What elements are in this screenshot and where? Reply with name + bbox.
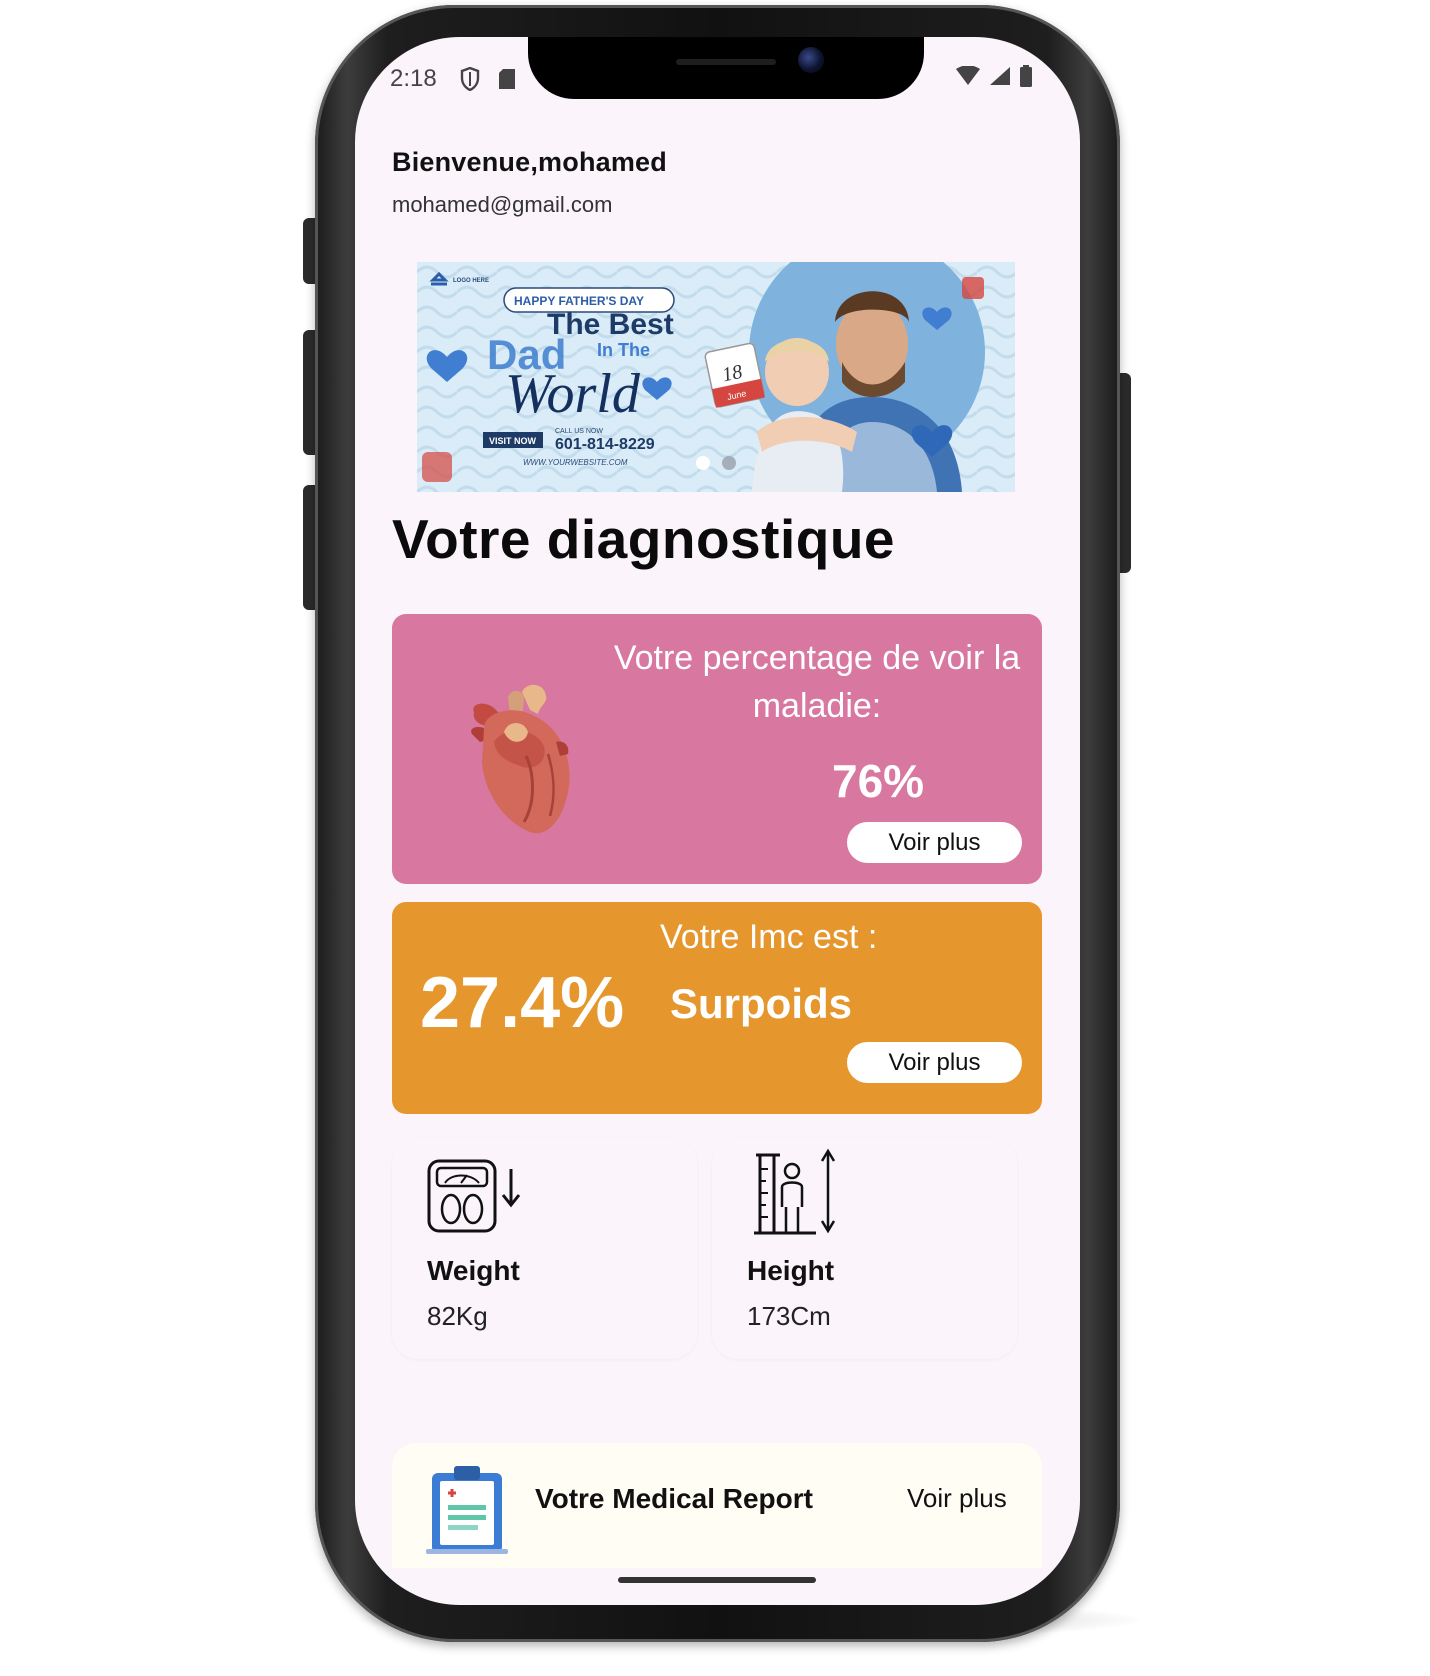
- imc-title: Votre Imc est :: [660, 918, 878, 956]
- banner-illustration: 18 June LOGO HERE HAPPY FATHER'S DAY Dad…: [417, 262, 1015, 492]
- height-value: 173Cm: [747, 1301, 831, 1331]
- sd-card-icon: [499, 69, 515, 89]
- banner-call-label: CALL US NOW: [555, 428, 603, 435]
- wifi-icon: [956, 66, 980, 85]
- weight-value: 82Kg: [427, 1301, 488, 1331]
- banner-website: WWW.YOURWEBSITE.COM: [523, 458, 628, 467]
- phone-screen: 2:18 Bienvenue,mohamed mohamed@gmail.com: [355, 37, 1080, 1605]
- banner-cta: VISIT NOW: [489, 436, 537, 446]
- height-card[interactable]: Height 173Cm: [712, 1137, 1017, 1359]
- clipboard-icon: [426, 1466, 508, 1554]
- signal-icon: [990, 67, 1010, 85]
- weighing-scale-icon: [427, 1159, 521, 1233]
- carousel-dot-1[interactable]: [696, 456, 710, 470]
- banner-logo: LOGO HERE: [453, 278, 489, 284]
- imc-voir-plus-button[interactable]: Voir plus: [847, 1042, 1022, 1083]
- notch: [528, 37, 924, 99]
- banner-headline-the-best: The Best: [547, 308, 674, 341]
- user-email: mohamed@gmail.com: [392, 192, 613, 217]
- front-camera: [798, 47, 824, 73]
- medical-report-card[interactable]: Votre Medical Report Voir plus: [392, 1443, 1042, 1568]
- heart-icon: [471, 684, 570, 834]
- status-right-icons: [955, 65, 1033, 87]
- imc-card: Votre Imc est : 27.4% Surpoids Voir plus: [392, 902, 1042, 1114]
- home-indicator[interactable]: [618, 1577, 816, 1583]
- medical-report-title: Votre Medical Report: [535, 1483, 813, 1514]
- disease-risk-title: Votre percentage de voir la maladie:: [613, 639, 1021, 725]
- banner-phone: 601-814-8229: [555, 436, 655, 453]
- page-title: Votre diagnostique: [392, 508, 896, 570]
- imc-value: 27.4%: [420, 963, 625, 1043]
- disease-risk-value: 76%: [832, 755, 925, 807]
- greeting-text: Bienvenue,mohamed: [392, 147, 667, 177]
- height-measure-icon: [754, 1148, 836, 1235]
- height-label: Height: [747, 1255, 835, 1286]
- carousel-dot-2[interactable]: [722, 456, 736, 470]
- promo-banner-carousel[interactable]: 18 June LOGO HERE HAPPY FATHER'S DAY Dad…: [417, 262, 1015, 492]
- shield-icon: [460, 67, 480, 91]
- battery-icon: [1020, 65, 1032, 87]
- speaker: [676, 59, 776, 65]
- medical-report-voir-plus-link[interactable]: Voir plus: [907, 1483, 1007, 1514]
- banner-headline-in-the: In The: [597, 340, 650, 360]
- disease-risk-card: Votre percentage de voir la maladie: 76%…: [392, 614, 1042, 884]
- weight-label: Weight: [427, 1255, 520, 1286]
- disease-voir-plus-button[interactable]: Voir plus: [847, 822, 1022, 863]
- banner-tag: HAPPY FATHER'S DAY: [514, 294, 644, 308]
- banner-headline-world: World: [505, 363, 641, 425]
- imc-status: Surpoids: [670, 980, 853, 1027]
- status-time: 2:18: [390, 65, 437, 92]
- weight-card[interactable]: Weight 82Kg: [392, 1137, 697, 1359]
- status-left-icons: [460, 67, 516, 91]
